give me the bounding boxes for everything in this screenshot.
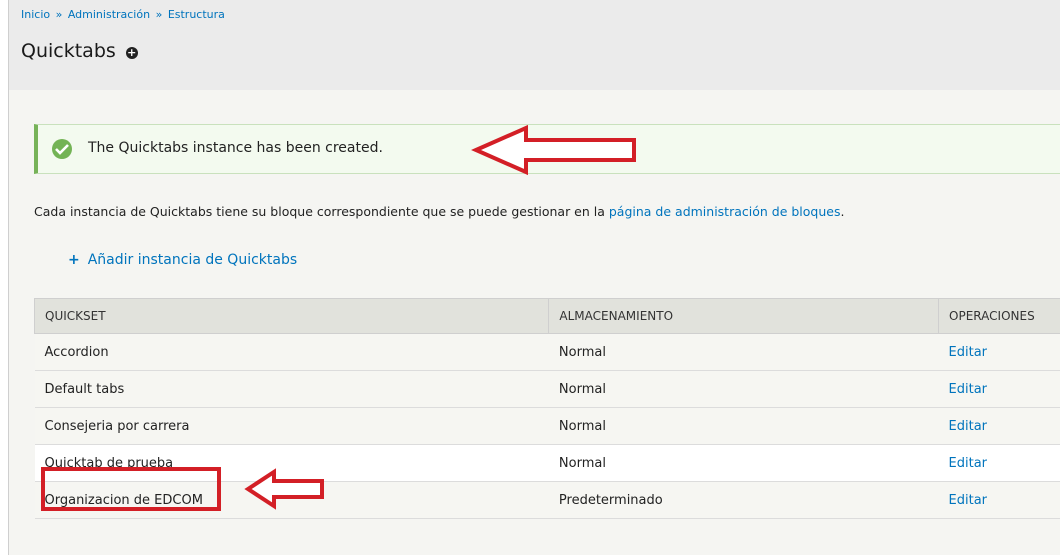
operations-cell: Editar xyxy=(938,333,1060,371)
quickset-storage: Normal xyxy=(548,444,939,482)
annotation-arrow-left-icon xyxy=(244,468,324,510)
quickset-name: Accordion xyxy=(34,333,549,371)
page-header: Inicio » Administración » Estructura Qui… xyxy=(8,0,1060,90)
annotation-highlight-box xyxy=(41,467,221,511)
column-header-storage[interactable]: ALMACENAMIENTO xyxy=(548,298,940,334)
quickset-name: Default tabs xyxy=(34,370,549,408)
table-row: Default tabs Normal Editar xyxy=(34,370,1060,408)
page-title: Quicktabs + xyxy=(21,40,138,62)
status-message-text: The Quicktabs instance has been created. xyxy=(88,140,383,156)
description-body: Cada instancia de Quicktabs tiene su blo… xyxy=(34,204,609,219)
breadcrumb-link-inicio[interactable]: Inicio xyxy=(21,8,50,21)
operations-cell: Editar xyxy=(938,444,1060,482)
column-header-operations: OPERACIONES xyxy=(938,298,1060,334)
description-end: . xyxy=(840,204,845,219)
quickset-storage: Normal xyxy=(548,333,939,371)
quickset-storage: Normal xyxy=(548,407,939,445)
column-header-quickset[interactable]: QUICKSET xyxy=(33,298,550,334)
add-quicktabs-label: Añadir instancia de Quicktabs xyxy=(87,252,298,268)
table-row: Accordion Normal Editar xyxy=(34,333,1060,371)
page-title-text: Quicktabs xyxy=(21,40,116,62)
edit-link[interactable]: Editar xyxy=(949,493,988,508)
plus-icon: + xyxy=(68,252,80,268)
add-shortcut-icon[interactable]: + xyxy=(125,46,138,59)
operations-cell: Editar xyxy=(938,407,1060,445)
annotation-arrow-left-icon xyxy=(471,124,636,176)
quickset-storage: Predeterminado xyxy=(548,481,939,519)
breadcrumb-link-estructura[interactable]: Estructura xyxy=(168,8,225,21)
checkmark-icon xyxy=(52,139,72,159)
table-row: Consejeria por carrera Normal Editar xyxy=(34,407,1060,445)
operations-cell: Editar xyxy=(938,370,1060,408)
blocks-admin-link[interactable]: página de administración de bloques xyxy=(609,204,841,219)
edit-link[interactable]: Editar xyxy=(949,456,988,471)
description-text: Cada instancia de Quicktabs tiene su blo… xyxy=(34,204,844,219)
breadcrumb-separator: » xyxy=(55,8,63,21)
edit-link[interactable]: Editar xyxy=(949,345,988,360)
operations-cell: Editar xyxy=(938,481,1060,519)
breadcrumb-link-administracion[interactable]: Administración xyxy=(68,8,150,21)
table-header-row: QUICKSET ALMACENAMIENTO OPERACIONES xyxy=(33,298,1060,334)
quickset-storage: Normal xyxy=(548,370,939,408)
edit-link[interactable]: Editar xyxy=(949,419,988,434)
quickset-name: Consejeria por carrera xyxy=(34,407,549,445)
breadcrumb: Inicio » Administración » Estructura xyxy=(21,8,225,21)
edit-link[interactable]: Editar xyxy=(949,382,988,397)
breadcrumb-separator: » xyxy=(155,8,163,21)
add-quicktabs-instance-button[interactable]: + Añadir instancia de Quicktabs xyxy=(68,252,297,268)
